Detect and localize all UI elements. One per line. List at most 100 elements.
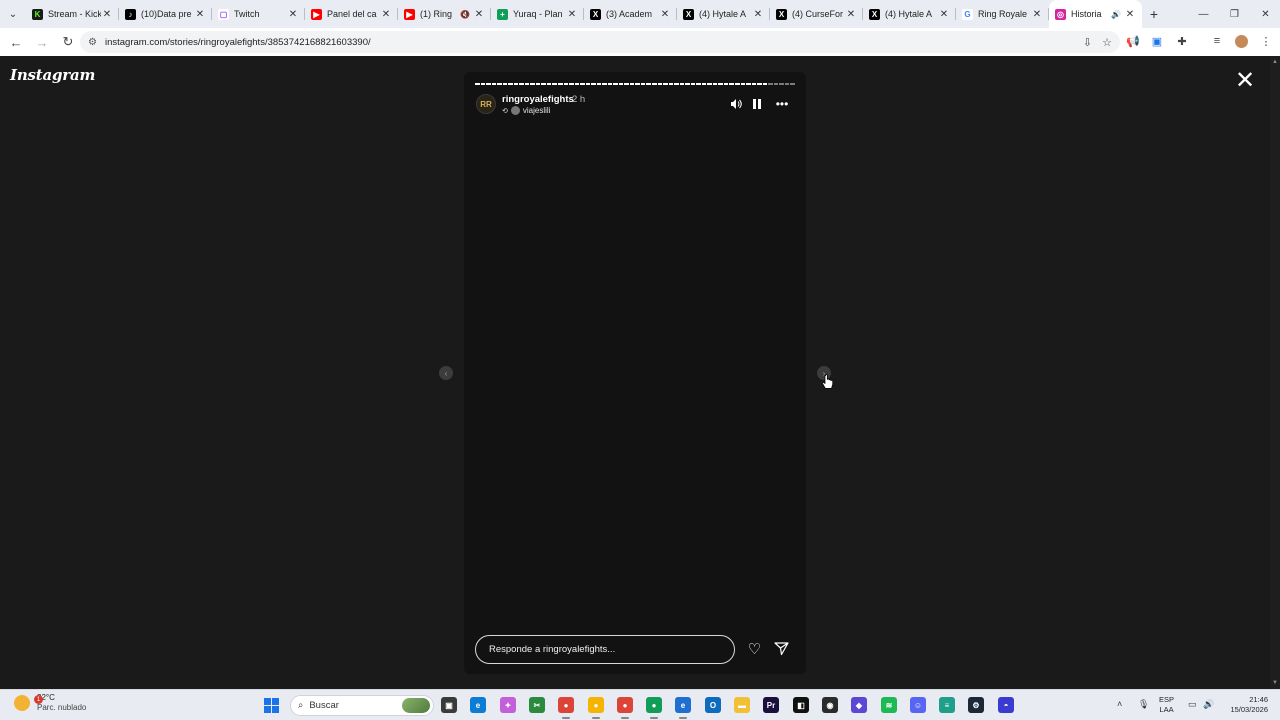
browser-tab[interactable]: K Stream - Kick ✕ [26, 0, 119, 28]
tab-close-icon[interactable]: ✕ [566, 9, 578, 20]
outlook-icon[interactable]: O [705, 697, 721, 713]
network-icon[interactable]: ▭ [1188, 699, 1197, 710]
chrome-icon-3[interactable]: ● [617, 697, 633, 713]
progress-segment [618, 83, 624, 85]
running-app-indicator [679, 717, 687, 719]
edge-icon[interactable]: e [470, 697, 486, 713]
heart-icon[interactable]: ♡ [746, 641, 763, 658]
progress-segment [663, 83, 668, 85]
spotify-icon[interactable]: ≋ [881, 697, 897, 713]
browser-tab[interactable]: G Ring Royale ✕ [956, 0, 1049, 28]
browser-tab[interactable]: ▶ Panel del ca ✕ [305, 0, 398, 28]
close-icon[interactable]: ✕ [1233, 69, 1257, 94]
speaker-icon[interactable]: 🔊 [1203, 699, 1214, 710]
restore-button[interactable]: ❐ [1219, 0, 1250, 28]
repost-line[interactable]: ⟲ viajeslili [502, 106, 550, 115]
search-icon: ⌕ [298, 700, 304, 711]
back-icon[interactable]: ← [4, 30, 28, 54]
task-view-icon[interactable]: ▣ [441, 697, 457, 713]
tab-close-icon[interactable]: ✕ [194, 9, 206, 20]
tab-close-icon[interactable]: ✕ [1124, 9, 1136, 20]
copilot-icon[interactable]: ✦ [500, 697, 516, 713]
avatar[interactable]: RR [476, 94, 496, 114]
windows-start-icon[interactable] [264, 698, 279, 713]
chrome-icon-4[interactable]: ● [646, 697, 662, 713]
browser-tab[interactable]: ◎ Historia 🔊 ✕ [1049, 0, 1142, 28]
chrome-icon-2[interactable]: ● [588, 697, 604, 713]
site-info-icon[interactable]: ⚙ [88, 37, 97, 48]
install-app-icon[interactable]: ⇩ [1083, 36, 1092, 49]
premiere-icon[interactable]: Pr [763, 697, 779, 713]
browser-menu-icon[interactable]: ⋮ [1258, 33, 1274, 49]
progress-segment [652, 83, 657, 85]
notes-icon[interactable]: ≡ [939, 697, 955, 713]
tab-close-icon[interactable]: ✕ [1031, 9, 1043, 20]
chrome-icon[interactable]: ● [558, 697, 574, 713]
media-controls-icon[interactable]: ≡ [1209, 33, 1225, 49]
pause-icon[interactable] [750, 97, 764, 111]
obs-icon[interactable]: ◉ [822, 697, 838, 713]
progress-segment [696, 83, 701, 85]
address-bar[interactable]: ⚙ instagram.com/stories/ringroyalefights… [80, 31, 1120, 53]
tab-close-icon[interactable]: ✕ [938, 9, 950, 20]
new-tab-button[interactable]: + [1142, 6, 1166, 22]
repost-username: viajeslili [522, 106, 551, 115]
tab-close-icon[interactable]: ✕ [380, 9, 392, 20]
weather-widget[interactable]: 1 22°C Parc. nublado [14, 693, 86, 713]
reload-icon[interactable]: ↻ [56, 30, 80, 54]
forward-icon[interactable]: → [30, 30, 54, 54]
discord-icon[interactable]: ☺ [910, 697, 926, 713]
more-options-icon[interactable]: ••• [774, 97, 790, 111]
progress-segment [580, 83, 585, 85]
show-hidden-icons-chevron-icon[interactable]: ˄ [1117, 699, 1122, 709]
minimize-button[interactable]: — [1188, 0, 1219, 28]
taskbar-search-input[interactable]: ⌕ Buscar [290, 695, 434, 716]
browser-tab[interactable]: ▢ Twitch ✕ [212, 0, 305, 28]
tab-close-icon[interactable]: ✕ [752, 9, 764, 20]
language-indicator[interactable]: ESP LAA [1159, 695, 1174, 715]
tab-favicon-icon: ▶ [404, 8, 415, 20]
tab-search-button[interactable]: ⌄ [0, 0, 26, 28]
tab-close-icon[interactable]: ✕ [659, 9, 671, 20]
translate-extension-icon[interactable]: ▣ [1149, 33, 1165, 49]
send-icon[interactable] [773, 641, 790, 658]
volume-icon[interactable] [729, 97, 743, 111]
instagram-story-viewer: Instagram ✕ ‹ › RR ringroyalefights 2 h … [0, 56, 1280, 689]
extension-megaphone-icon[interactable]: 📢 [1125, 33, 1141, 49]
capcut-icon[interactable]: ◧ [793, 697, 809, 713]
profile-avatar[interactable] [1233, 33, 1249, 49]
browser-tab[interactable]: X (4) Hytale A ✕ [863, 0, 956, 28]
tab-close-icon[interactable]: ✕ [845, 9, 857, 20]
file-explorer-icon[interactable]: ▬ [734, 697, 750, 713]
app-icon[interactable]: ◓ [998, 697, 1014, 713]
microphone-icon[interactable]: 🎙 [1138, 699, 1149, 710]
tab-close-icon[interactable]: ✕ [473, 9, 485, 20]
vpn-icon[interactable]: ◆ [851, 697, 867, 713]
reply-input[interactable]: Responde a ringroyalefights... [475, 635, 735, 664]
tab-title: (4) CurseFor [792, 9, 844, 19]
tab-audio-icon[interactable]: 🔊 [1111, 10, 1121, 19]
page-scrollbar[interactable]: ▲ ▼ [1270, 56, 1280, 689]
steam-icon[interactable]: ⚙ [968, 697, 984, 713]
tab-close-icon[interactable]: ✕ [287, 9, 299, 20]
snipping-tool-icon[interactable]: ✂ [529, 697, 545, 713]
tab-close-icon[interactable]: ✕ [101, 9, 113, 20]
browser-tab[interactable]: ▶ (1) Ring 🔇 ✕ [398, 0, 491, 28]
edge-icon-2[interactable]: e [675, 697, 691, 713]
instagram-logo[interactable]: Instagram [10, 66, 95, 84]
close-window-button[interactable]: ✕ [1250, 0, 1280, 28]
browser-tab[interactable]: X (4) CurseFor ✕ [770, 0, 863, 28]
story-username[interactable]: ringroyalefights [502, 94, 574, 105]
story-frame[interactable]: RR ringroyalefights 2 h ⟲ viajeslili ••• [464, 72, 806, 674]
bookmark-star-icon[interactable]: ☆ [1102, 36, 1112, 49]
browser-tab[interactable]: + Yuraq - Plan ✕ [491, 0, 584, 28]
browser-tab[interactable]: ♪ (10)Data pre ✕ [119, 0, 212, 28]
scroll-up-icon[interactable]: ▲ [1272, 59, 1278, 65]
scroll-down-icon[interactable]: ▼ [1272, 680, 1278, 686]
extensions-puzzle-icon[interactable]: ✚ [1174, 33, 1190, 49]
browser-tab[interactable]: X (4) Hytale A ✕ [677, 0, 770, 28]
previous-story-chevron-icon[interactable]: ‹ [439, 366, 453, 380]
system-clock[interactable]: 21:46 15/03/2026 [1222, 695, 1268, 715]
tab-muted-icon[interactable]: 🔇 [460, 10, 470, 19]
browser-tab[interactable]: X (3) Academ ✕ [584, 0, 677, 28]
